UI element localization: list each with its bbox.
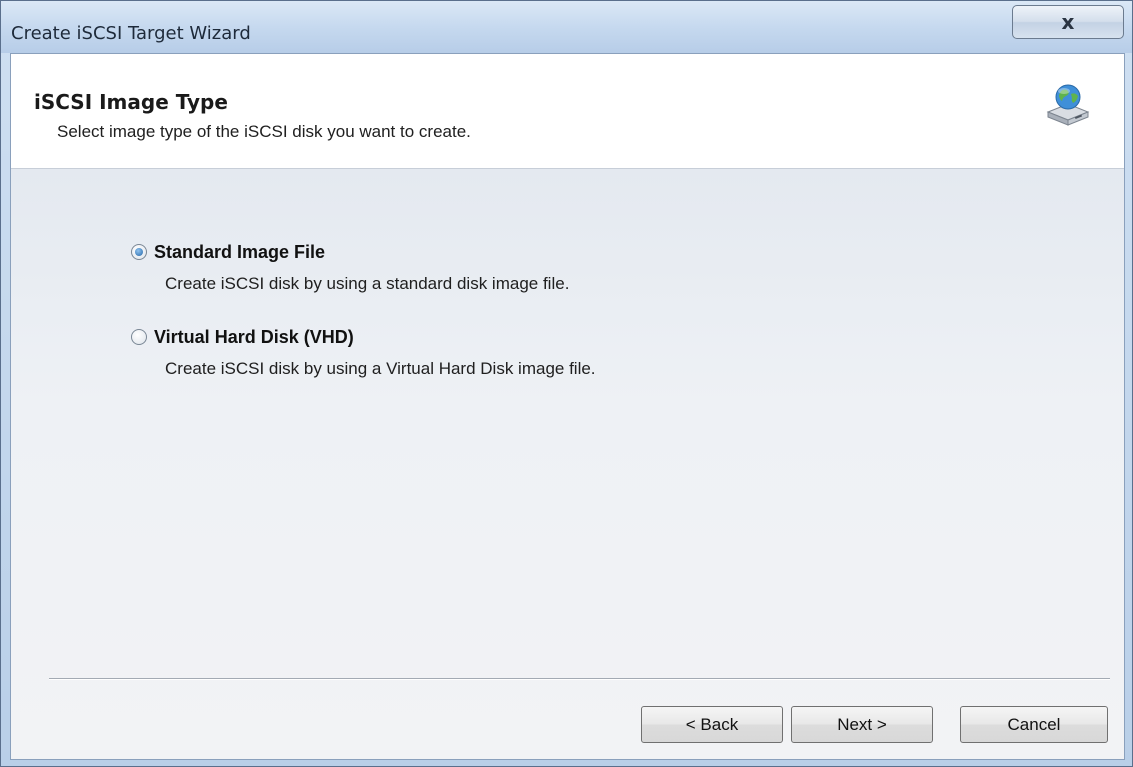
vhd-label[interactable]: Virtual Hard Disk (VHD) <box>154 327 354 348</box>
wizard-header: iSCSI Image Type Select image type of th… <box>11 54 1124 169</box>
standard-image-label[interactable]: Standard Image File <box>154 242 325 263</box>
window-title: Create iSCSI Target Wizard <box>11 23 251 44</box>
wizard-content: iSCSI Image Type Select image type of th… <box>10 53 1125 760</box>
page-title: iSCSI Image Type <box>34 90 228 114</box>
wizard-body: Standard Image File Create iSCSI disk by… <box>11 169 1124 759</box>
close-icon: x <box>1061 10 1075 34</box>
footer-divider <box>49 678 1110 680</box>
page-subtitle: Select image type of the iSCSI disk you … <box>57 122 471 141</box>
title-bar[interactable]: Create iSCSI Target Wizard x <box>1 1 1132 53</box>
close-button[interactable]: x <box>1012 5 1124 39</box>
cancel-button[interactable]: Cancel <box>960 706 1108 743</box>
network-disk-icon <box>1046 84 1090 126</box>
back-button[interactable]: < Back <box>641 706 783 743</box>
vhd-radio[interactable] <box>131 329 147 345</box>
vhd-description: Create iSCSI disk by using a Virtual Har… <box>165 359 596 378</box>
next-button[interactable]: Next > <box>791 706 933 743</box>
standard-image-description: Create iSCSI disk by using a standard di… <box>165 274 570 293</box>
wizard-window: Create iSCSI Target Wizard x iSCSI Image… <box>0 0 1133 767</box>
standard-image-radio[interactable] <box>131 244 147 260</box>
